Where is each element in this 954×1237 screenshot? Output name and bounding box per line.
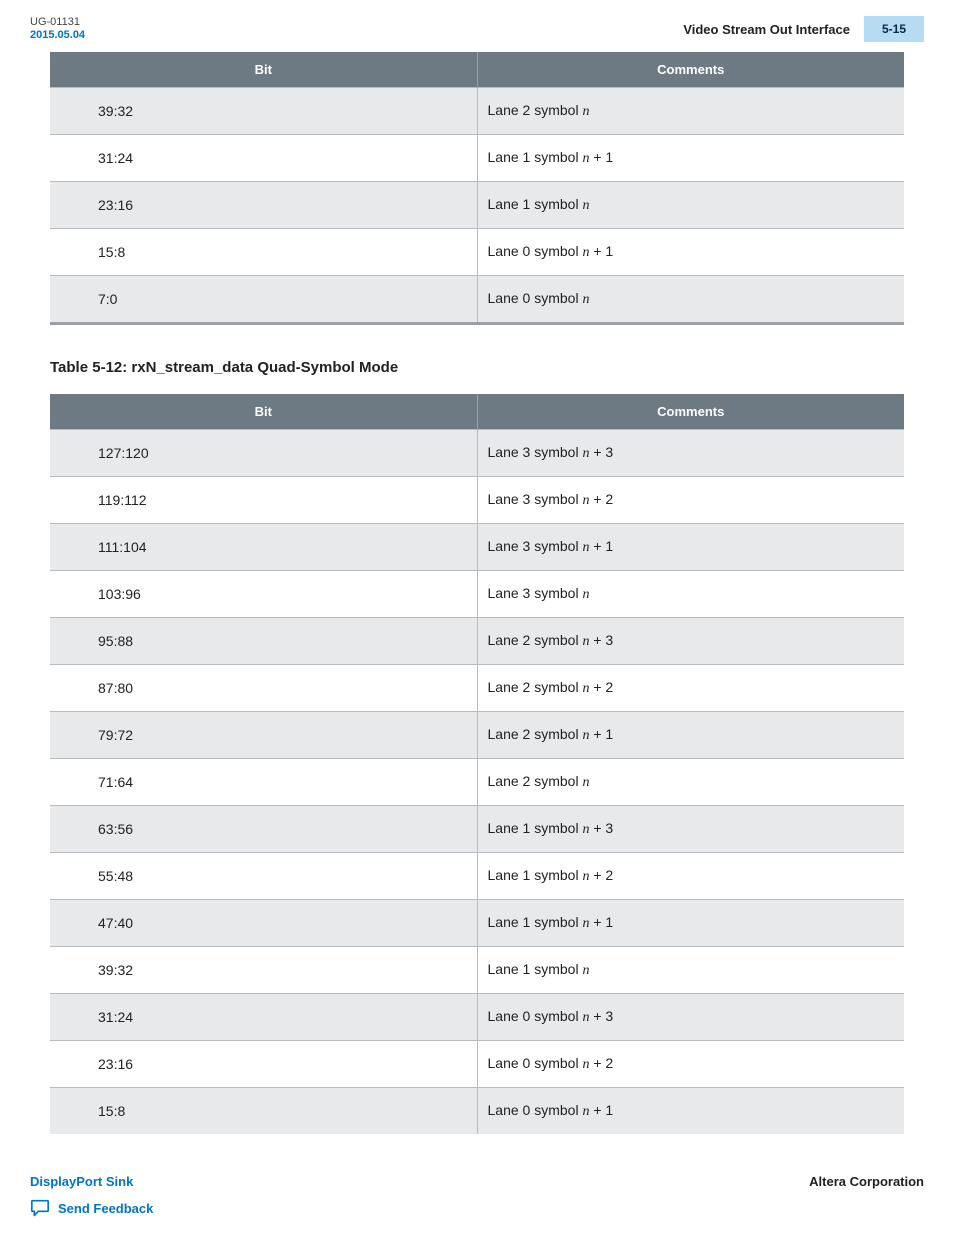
col-header-comments: Comments <box>477 394 904 430</box>
bit-cell: 47:40 <box>50 900 477 947</box>
doc-id-block: UG-01131 2015.05.04 <box>30 16 85 42</box>
comment-cell: Lane 3 symbol n + 3 <box>477 430 904 477</box>
bit-cell: 7:0 <box>50 276 477 324</box>
table-row: 15:8Lane 0 symbol n + 1 <box>50 229 904 276</box>
page-content: Bit Comments 39:32Lane 2 symbol n31:24La… <box>0 52 954 1164</box>
table-row: 47:40Lane 1 symbol n + 1 <box>50 900 904 947</box>
bit-cell: 23:16 <box>50 182 477 229</box>
bit-cell: 39:32 <box>50 88 477 135</box>
table-row: 119:112Lane 3 symbol n + 2 <box>50 477 904 524</box>
speech-bubble-icon <box>30 1199 50 1217</box>
col-header-bit: Bit <box>50 52 477 88</box>
bit-cell: 103:96 <box>50 571 477 618</box>
page-header: UG-01131 2015.05.04 Video Stream Out Int… <box>0 0 954 52</box>
table-row: 71:64Lane 2 symbol n <box>50 759 904 806</box>
table-row: 103:96Lane 3 symbol n <box>50 571 904 618</box>
comment-cell: Lane 2 symbol n <box>477 88 904 135</box>
comment-cell: Lane 2 symbol n + 2 <box>477 665 904 712</box>
bit-cell: 39:32 <box>50 947 477 994</box>
bit-cell: 63:56 <box>50 806 477 853</box>
doc-date: 2015.05.04 <box>30 29 85 42</box>
table-row: 95:88Lane 2 symbol n + 3 <box>50 618 904 665</box>
table-row: 31:24Lane 1 symbol n + 1 <box>50 135 904 182</box>
table-dual-symbol: Bit Comments 39:32Lane 2 symbol n31:24La… <box>50 52 904 325</box>
comment-cell: Lane 1 symbol n + 2 <box>477 853 904 900</box>
bit-cell: 79:72 <box>50 712 477 759</box>
table-quad-symbol: Bit Comments 127:120Lane 3 symbol n + 31… <box>50 394 904 1134</box>
comment-cell: Lane 1 symbol n + 3 <box>477 806 904 853</box>
table-row: 55:48Lane 1 symbol n + 2 <box>50 853 904 900</box>
table-row: 111:104Lane 3 symbol n + 1 <box>50 524 904 571</box>
table-row: 63:56Lane 1 symbol n + 3 <box>50 806 904 853</box>
bit-cell: 15:8 <box>50 229 477 276</box>
comment-cell: Lane 1 symbol n + 1 <box>477 135 904 182</box>
doc-id: UG-01131 <box>30 16 85 29</box>
comment-cell: Lane 2 symbol n + 1 <box>477 712 904 759</box>
bit-cell: 111:104 <box>50 524 477 571</box>
col-header-bit: Bit <box>50 394 477 430</box>
send-feedback-label: Send Feedback <box>58 1201 153 1216</box>
bit-cell: 31:24 <box>50 135 477 182</box>
comment-cell: Lane 0 symbol n + 1 <box>477 1088 904 1135</box>
section-title: Video Stream Out Interface <box>683 22 864 37</box>
page-footer: DisplayPort Sink Send Feedback Altera Co… <box>0 1164 954 1237</box>
displayport-sink-link[interactable]: DisplayPort Sink <box>30 1174 153 1189</box>
comment-cell: Lane 2 symbol n + 3 <box>477 618 904 665</box>
bit-cell: 119:112 <box>50 477 477 524</box>
bit-cell: 55:48 <box>50 853 477 900</box>
table-caption: Table 5-12: rxN_stream_data Quad-Symbol … <box>50 359 904 376</box>
table-row: 39:32Lane 2 symbol n <box>50 88 904 135</box>
comment-cell: Lane 3 symbol n + 1 <box>477 524 904 571</box>
comment-cell: Lane 0 symbol n + 3 <box>477 994 904 1041</box>
comment-cell: Lane 1 symbol n <box>477 947 904 994</box>
table-row: 87:80Lane 2 symbol n + 2 <box>50 665 904 712</box>
table-header-row: Bit Comments <box>50 394 904 430</box>
comment-cell: Lane 2 symbol n <box>477 759 904 806</box>
comment-cell: Lane 3 symbol n <box>477 571 904 618</box>
bit-cell: 95:88 <box>50 618 477 665</box>
corporation-name: Altera Corporation <box>809 1174 924 1189</box>
footer-left: DisplayPort Sink Send Feedback <box>30 1174 153 1217</box>
table-header-row: Bit Comments <box>50 52 904 88</box>
col-header-comments: Comments <box>477 52 904 88</box>
table-row: 127:120Lane 3 symbol n + 3 <box>50 430 904 477</box>
send-feedback-link[interactable]: Send Feedback <box>30 1199 153 1217</box>
table-row: 7:0Lane 0 symbol n <box>50 276 904 324</box>
table-row: 79:72Lane 2 symbol n + 1 <box>50 712 904 759</box>
table-row: 31:24Lane 0 symbol n + 3 <box>50 994 904 1041</box>
bit-cell: 15:8 <box>50 1088 477 1135</box>
comment-cell: Lane 1 symbol n <box>477 182 904 229</box>
header-right: Video Stream Out Interface 5-15 <box>683 16 924 42</box>
table-row: 39:32Lane 1 symbol n <box>50 947 904 994</box>
page-number-badge: 5-15 <box>864 16 924 42</box>
comment-cell: Lane 3 symbol n + 2 <box>477 477 904 524</box>
comment-cell: Lane 0 symbol n + 2 <box>477 1041 904 1088</box>
bit-cell: 71:64 <box>50 759 477 806</box>
comment-cell: Lane 0 symbol n + 1 <box>477 229 904 276</box>
bit-cell: 23:16 <box>50 1041 477 1088</box>
bit-cell: 87:80 <box>50 665 477 712</box>
bit-cell: 31:24 <box>50 994 477 1041</box>
table-row: 15:8Lane 0 symbol n + 1 <box>50 1088 904 1135</box>
comment-cell: Lane 1 symbol n + 1 <box>477 900 904 947</box>
comment-cell: Lane 0 symbol n <box>477 276 904 324</box>
bit-cell: 127:120 <box>50 430 477 477</box>
table-row: 23:16Lane 1 symbol n <box>50 182 904 229</box>
table-row: 23:16Lane 0 symbol n + 2 <box>50 1041 904 1088</box>
